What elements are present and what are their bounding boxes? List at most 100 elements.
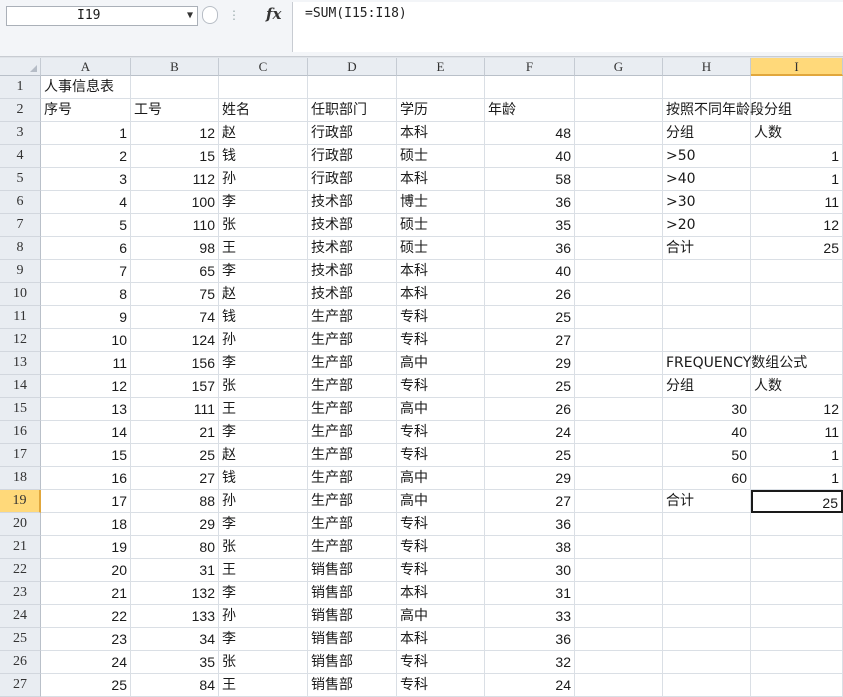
cell-i9[interactable] <box>751 260 843 283</box>
cell-i10[interactable] <box>751 283 843 306</box>
cell-h19[interactable]: 合计 <box>663 490 751 513</box>
cell-d18[interactable]: 生产部 <box>308 467 397 490</box>
cell-a26[interactable]: 24 <box>41 651 131 674</box>
cell-i6[interactable]: 11 <box>751 191 843 214</box>
cell-c4[interactable]: 钱 <box>219 145 308 168</box>
cell-i21[interactable] <box>751 536 843 559</box>
row-header-1[interactable]: 1 <box>0 76 41 99</box>
cell-i17[interactable]: 1 <box>751 444 843 467</box>
cell-b17[interactable]: 25 <box>131 444 219 467</box>
cell-b9[interactable]: 65 <box>131 260 219 283</box>
cell-f16[interactable]: 24 <box>485 421 575 444</box>
cell-d4[interactable]: 行政部 <box>308 145 397 168</box>
cell-g2[interactable] <box>575 99 663 122</box>
cell-h5[interactable]: >40 <box>663 168 751 191</box>
name-box[interactable]: I19 ▼ <box>6 6 198 26</box>
row-header-3[interactable]: 3 <box>0 122 41 145</box>
cell-c21[interactable]: 张 <box>219 536 308 559</box>
cell-c25[interactable]: 李 <box>219 628 308 651</box>
row-header-12[interactable]: 12 <box>0 329 41 352</box>
row-header-14[interactable]: 14 <box>0 375 41 398</box>
cell-c11[interactable]: 钱 <box>219 306 308 329</box>
cell-g6[interactable] <box>575 191 663 214</box>
cell-e5[interactable]: 本科 <box>397 168 485 191</box>
cell-g11[interactable] <box>575 306 663 329</box>
cell-f10[interactable]: 26 <box>485 283 575 306</box>
cell-a11[interactable]: 9 <box>41 306 131 329</box>
cell-i3[interactable]: 人数 <box>751 122 843 145</box>
cell-c24[interactable]: 孙 <box>219 605 308 628</box>
row-header-19[interactable]: 19 <box>0 490 41 513</box>
cell-g26[interactable] <box>575 651 663 674</box>
cell-i26[interactable] <box>751 651 843 674</box>
column-header-b[interactable]: B <box>131 58 219 76</box>
cell-g4[interactable] <box>575 145 663 168</box>
cell-b4[interactable]: 15 <box>131 145 219 168</box>
cell-c9[interactable]: 李 <box>219 260 308 283</box>
cell-i5[interactable]: 1 <box>751 168 843 191</box>
cell-d2[interactable]: 任职部门 <box>308 99 397 122</box>
cell-e7[interactable]: 硕士 <box>397 214 485 237</box>
cell-b18[interactable]: 27 <box>131 467 219 490</box>
cell-c23[interactable]: 李 <box>219 582 308 605</box>
cell-g15[interactable] <box>575 398 663 421</box>
cell-h6[interactable]: >30 <box>663 191 751 214</box>
cell-c22[interactable]: 王 <box>219 559 308 582</box>
cell-d20[interactable]: 生产部 <box>308 513 397 536</box>
cell-c8[interactable]: 王 <box>219 237 308 260</box>
cell-g13[interactable] <box>575 352 663 375</box>
cell-b15[interactable]: 111 <box>131 398 219 421</box>
cell-d7[interactable]: 技术部 <box>308 214 397 237</box>
column-header-c[interactable]: C <box>219 58 308 76</box>
cell-h25[interactable] <box>663 628 751 651</box>
cell-a4[interactable]: 2 <box>41 145 131 168</box>
cell-d11[interactable]: 生产部 <box>308 306 397 329</box>
cell-d10[interactable]: 技术部 <box>308 283 397 306</box>
column-header-d[interactable]: D <box>308 58 397 76</box>
cell-b16[interactable]: 21 <box>131 421 219 444</box>
cell-d1[interactable] <box>308 76 397 99</box>
cell-h13[interactable]: FREQUENCY数组公式 <box>663 352 807 375</box>
cell-i8[interactable]: 25 <box>751 237 843 260</box>
row-header-21[interactable]: 21 <box>0 536 41 559</box>
cell-a10[interactable]: 8 <box>41 283 131 306</box>
cell-h21[interactable] <box>663 536 751 559</box>
cell-e24[interactable]: 高中 <box>397 605 485 628</box>
cell-e4[interactable]: 硕士 <box>397 145 485 168</box>
cell-b24[interactable]: 133 <box>131 605 219 628</box>
cell-g21[interactable] <box>575 536 663 559</box>
cell-c18[interactable]: 钱 <box>219 467 308 490</box>
cell-g8[interactable] <box>575 237 663 260</box>
cell-b2[interactable]: 工号 <box>131 99 219 122</box>
cell-g16[interactable] <box>575 421 663 444</box>
row-header-24[interactable]: 24 <box>0 605 41 628</box>
cell-f14[interactable]: 25 <box>485 375 575 398</box>
formula-input[interactable]: =SUM(I15:I18) <box>292 2 843 52</box>
cell-d6[interactable]: 技术部 <box>308 191 397 214</box>
cell-f19[interactable]: 27 <box>485 490 575 513</box>
cell-e12[interactable]: 专科 <box>397 329 485 352</box>
cell-c17[interactable]: 赵 <box>219 444 308 467</box>
cell-e21[interactable]: 专科 <box>397 536 485 559</box>
cell-a1[interactable]: 人事信息表 <box>41 76 131 99</box>
cell-f21[interactable]: 38 <box>485 536 575 559</box>
cell-f7[interactable]: 35 <box>485 214 575 237</box>
cell-d8[interactable]: 技术部 <box>308 237 397 260</box>
column-header-f[interactable]: F <box>485 58 575 76</box>
cell-g14[interactable] <box>575 375 663 398</box>
cell-b6[interactable]: 100 <box>131 191 219 214</box>
cell-e17[interactable]: 专科 <box>397 444 485 467</box>
cell-g23[interactable] <box>575 582 663 605</box>
cell-g22[interactable] <box>575 559 663 582</box>
cell-b19[interactable]: 88 <box>131 490 219 513</box>
cell-f22[interactable]: 30 <box>485 559 575 582</box>
cell-g7[interactable] <box>575 214 663 237</box>
cell-b1[interactable] <box>131 76 219 99</box>
cell-i7[interactable]: 12 <box>751 214 843 237</box>
cell-e15[interactable]: 高中 <box>397 398 485 421</box>
cell-g17[interactable] <box>575 444 663 467</box>
cell-e1[interactable] <box>397 76 485 99</box>
cell-i16[interactable]: 11 <box>751 421 843 444</box>
cell-e3[interactable]: 本科 <box>397 122 485 145</box>
cell-b23[interactable]: 132 <box>131 582 219 605</box>
